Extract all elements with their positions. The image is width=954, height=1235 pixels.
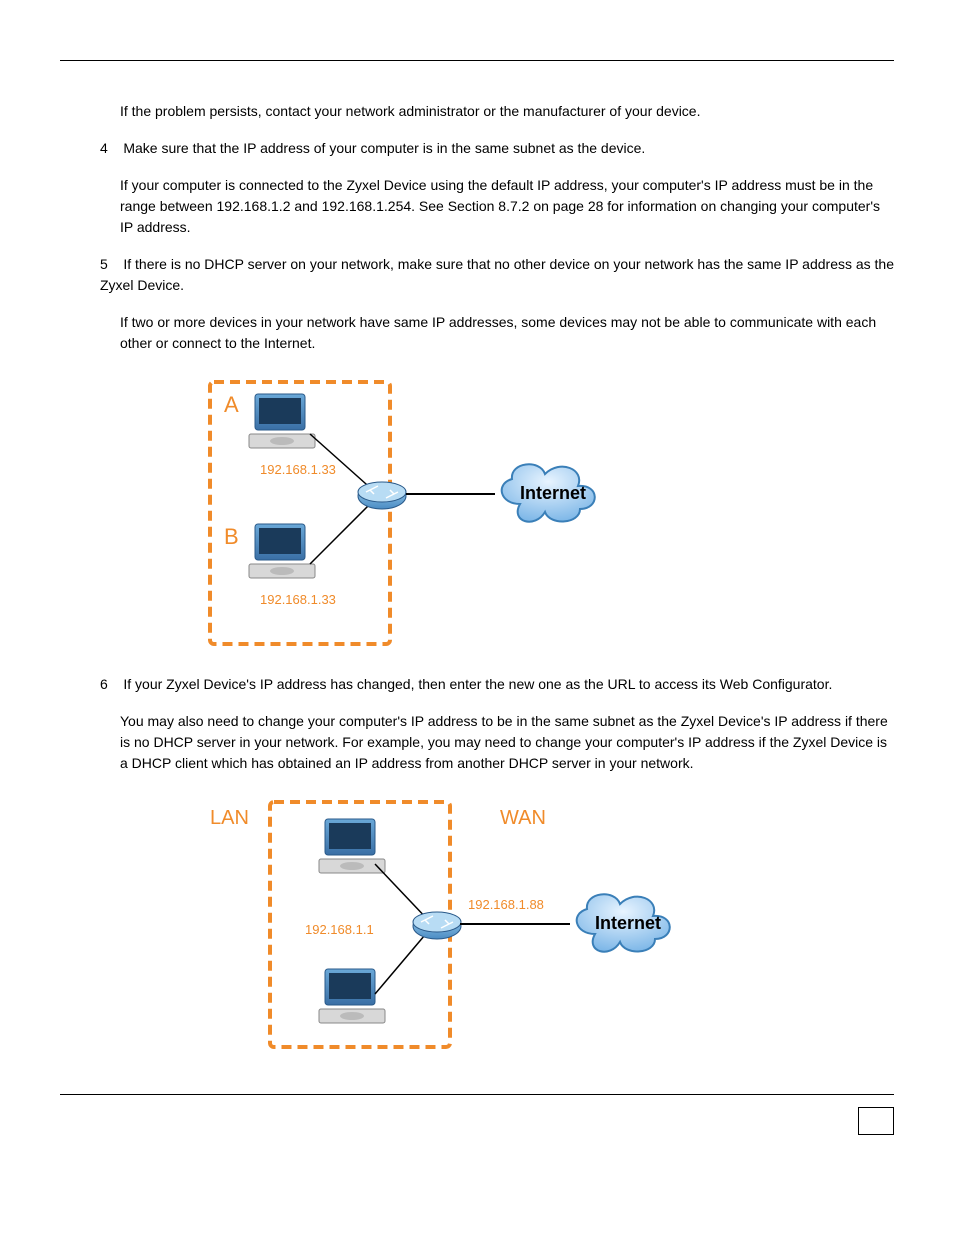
step-text: Make sure that the IP address of your co… <box>123 140 645 156</box>
label-b: B <box>224 524 239 549</box>
wan-ip-label: 192.168.1.88 <box>468 897 544 912</box>
step-number: 5 <box>100 256 108 272</box>
step-4: 4 Make sure that the IP address of your … <box>100 138 894 159</box>
computer-icon <box>319 969 385 1023</box>
step-6: 6 If your Zyxel Device's IP address has … <box>100 674 894 695</box>
cloud-icon: Internet <box>502 464 595 521</box>
figure-lan-wan: LAN WAN 192.168.1.1 <box>200 794 894 1054</box>
footer-rule <box>60 1094 894 1145</box>
ip-label-a: 192.168.1.33 <box>260 462 336 477</box>
step-number: 6 <box>100 676 108 692</box>
header-rule <box>60 40 894 61</box>
label-a: A <box>224 392 239 417</box>
internet-label: Internet <box>595 913 661 933</box>
body-paragraph: You may also need to change your compute… <box>120 711 894 774</box>
diagram-svg: A 192.168.1.33 B 192.168.1.33 <box>200 374 640 654</box>
page-number-box <box>858 1107 894 1135</box>
router-icon <box>413 912 461 939</box>
ip-label-b: 192.168.1.33 <box>260 592 336 607</box>
lan-ip-label: 192.168.1.1 <box>305 922 374 937</box>
step-text: If your Zyxel Device's IP address has ch… <box>123 676 832 692</box>
diagram-svg: LAN WAN 192.168.1.1 <box>200 794 720 1054</box>
step-text: If there is no DHCP server on your netwo… <box>100 256 894 293</box>
cloud-icon: Internet <box>577 894 670 951</box>
body-paragraph: If the problem persists, contact your ne… <box>120 101 894 122</box>
body-paragraph: If your computer is connected to the Zyx… <box>120 175 894 238</box>
computer-icon <box>249 394 315 448</box>
body-paragraph: If two or more devices in your network h… <box>120 312 894 354</box>
step-5: 5 If there is no DHCP server on your net… <box>100 254 894 296</box>
internet-label: Internet <box>520 483 586 503</box>
lan-label: LAN <box>210 807 249 829</box>
step-number: 4 <box>100 140 108 156</box>
router-icon <box>358 482 406 509</box>
wan-label: WAN <box>500 807 546 829</box>
computer-icon <box>249 524 315 578</box>
figure-ip-conflict: A 192.168.1.33 B 192.168.1.33 <box>200 374 894 654</box>
